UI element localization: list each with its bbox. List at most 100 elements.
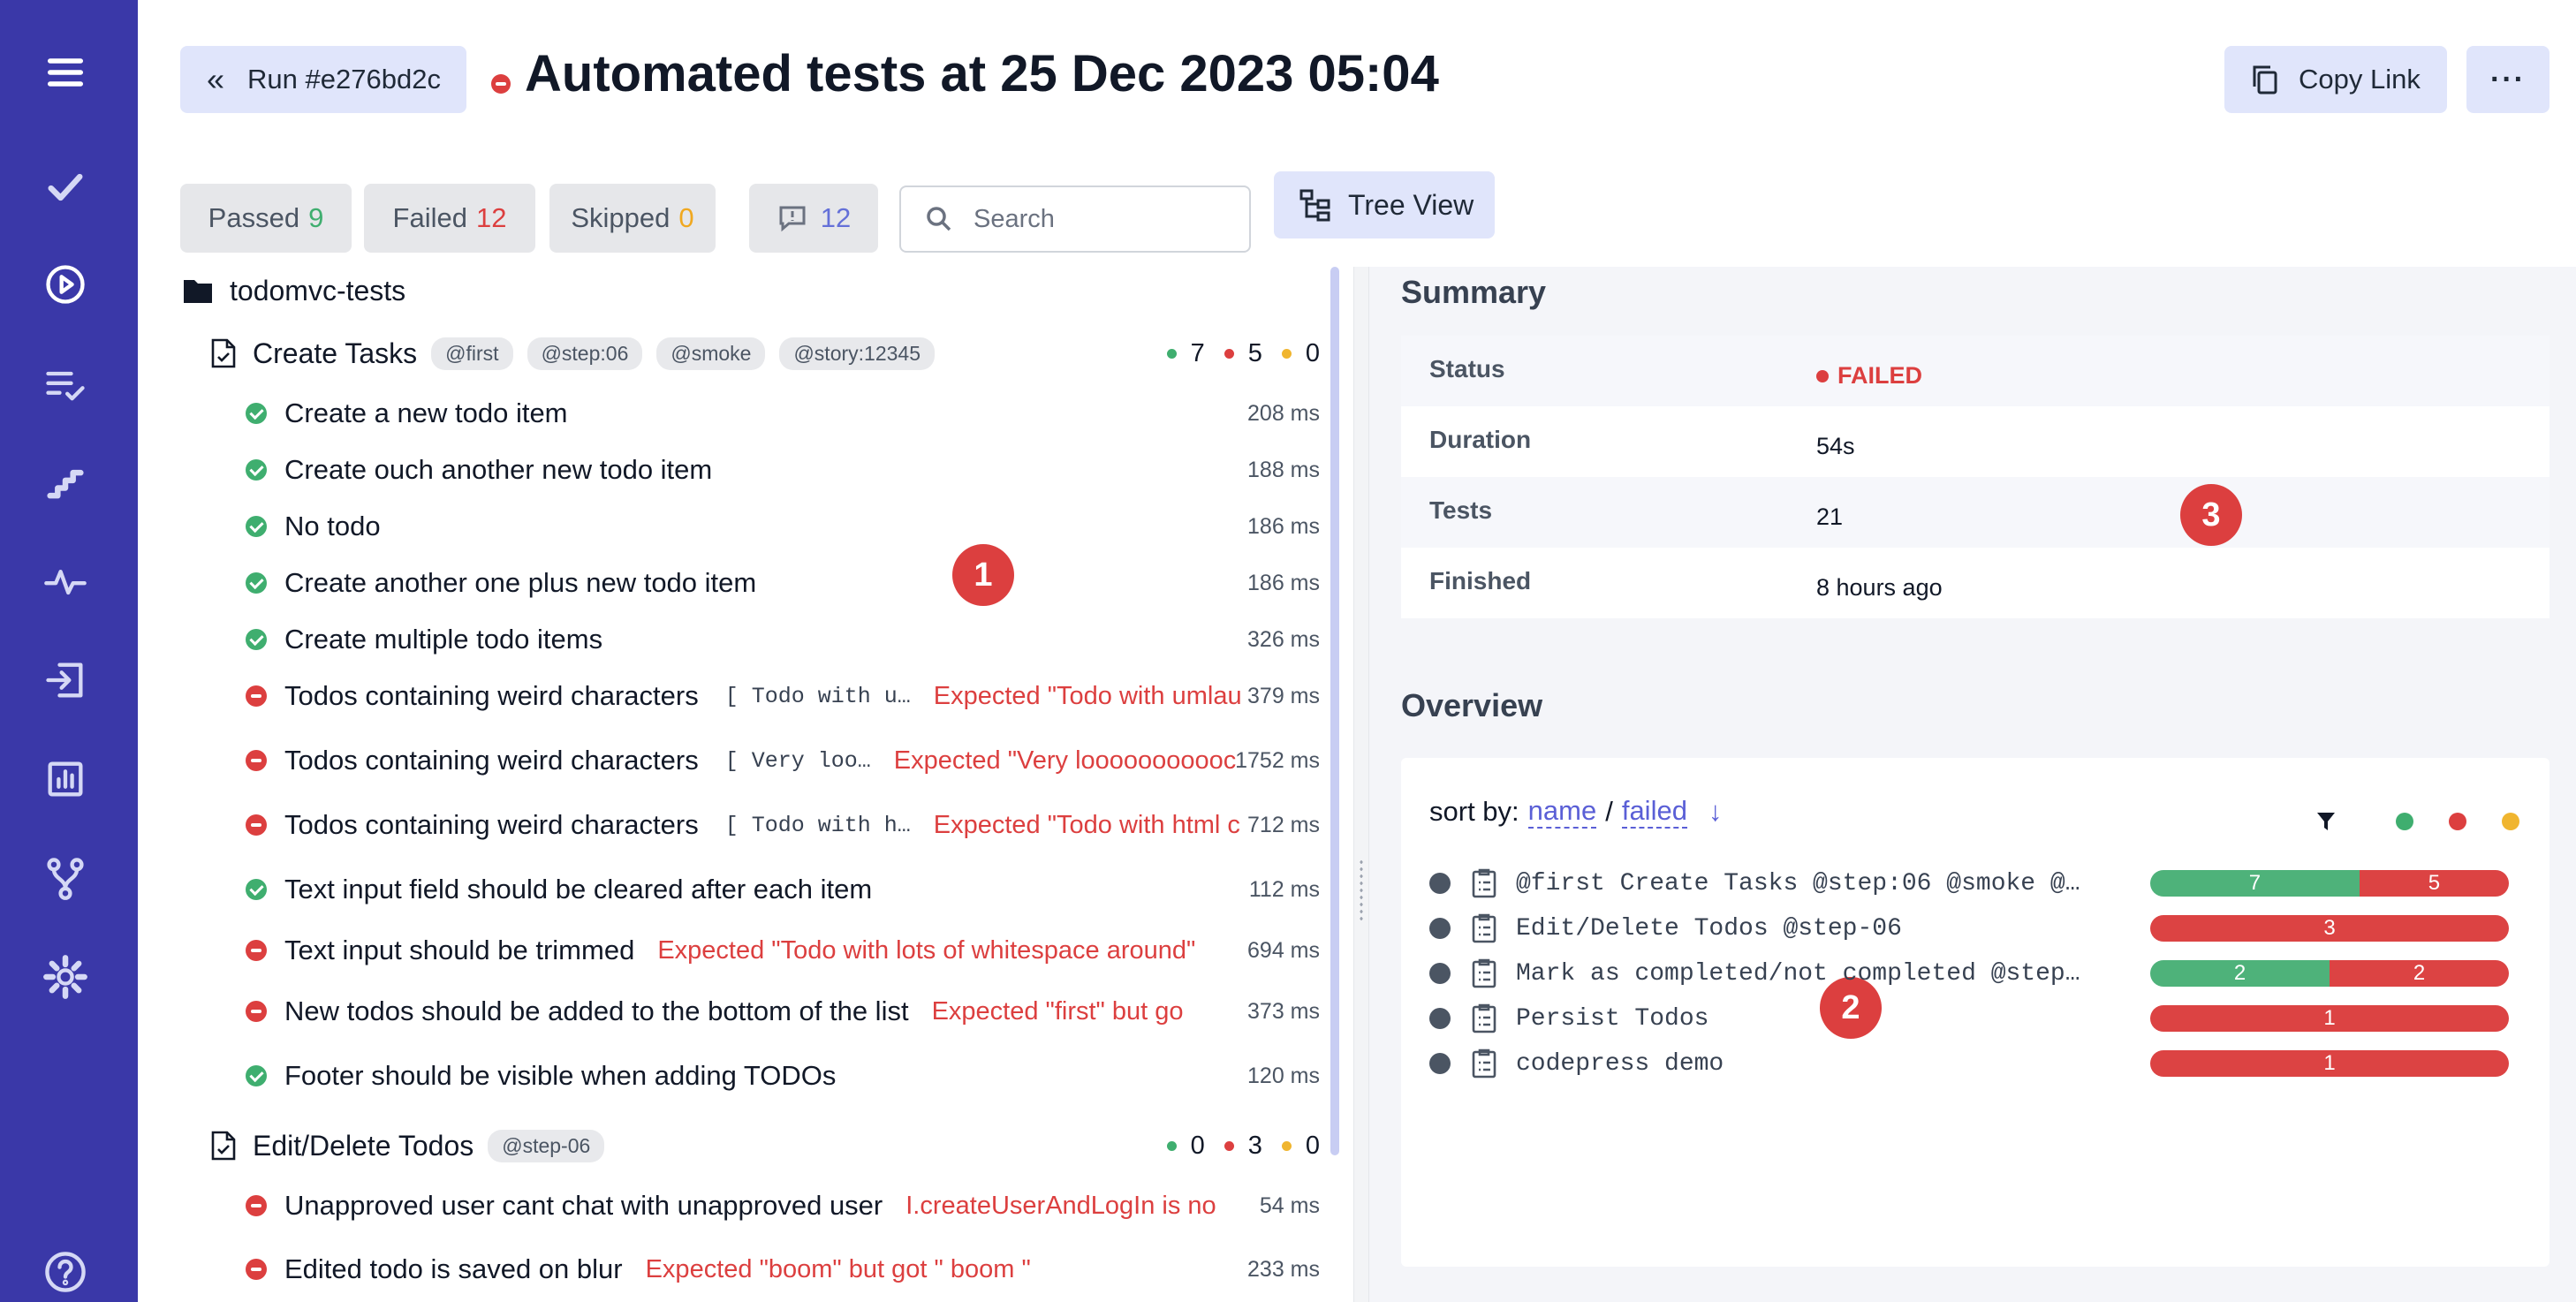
filter-failed-label: Failed xyxy=(392,202,467,233)
test-duration: 120 ms xyxy=(1247,1063,1320,1088)
status-badge: FAILED xyxy=(1816,362,1922,390)
summary-row-status: Status FAILED xyxy=(1401,336,2549,406)
suite-tag[interactable]: @first xyxy=(431,337,513,370)
branches-icon[interactable] xyxy=(37,850,94,906)
overview-suite-row[interactable]: Edit/Delete Todos @step-06 3 xyxy=(1429,911,2525,946)
file-check-icon xyxy=(211,1131,236,1161)
overview-suite-row[interactable]: Mark as completed/not completed @step-06… xyxy=(1429,956,2525,991)
test-row[interactable]: Footer should be visible when adding TOD… xyxy=(180,1049,1330,1102)
help-icon[interactable] xyxy=(37,1244,94,1300)
folder-icon xyxy=(184,280,212,303)
bar-segment-failed: 1 xyxy=(2150,1005,2509,1032)
steps-icon[interactable] xyxy=(37,454,94,511)
test-row[interactable]: Create ouch another new todo item 188 ms xyxy=(180,443,1330,496)
test-row[interactable]: New todos should be added to the bottom … xyxy=(180,985,1330,1038)
filter-passed-button[interactable]: Passed 9 xyxy=(180,184,352,253)
tree-scrollbar[interactable] xyxy=(1330,267,1339,1155)
check-icon[interactable] xyxy=(37,159,94,216)
test-row[interactable]: Todos containing weird characters [ Todo … xyxy=(180,670,1330,723)
pane-resize-handle[interactable] xyxy=(1353,267,1369,1302)
sort-by-name-link[interactable]: name xyxy=(1527,795,1597,829)
passed-check-icon xyxy=(246,1065,267,1086)
callout-badge-1: 1 xyxy=(952,544,1014,606)
root-folder-label: todomvc-tests xyxy=(230,274,406,307)
settings-gear-icon[interactable] xyxy=(37,949,94,1005)
filter-comments-count: 12 xyxy=(820,202,852,233)
test-list-icon[interactable] xyxy=(37,357,94,413)
test-name: No todo xyxy=(284,511,381,541)
passed-check-icon xyxy=(246,629,267,650)
test-row[interactable]: Create another one plus new todo item 186… xyxy=(180,556,1330,609)
failed-minus-icon xyxy=(246,1001,267,1022)
failed-minus-icon xyxy=(246,1259,267,1280)
test-row[interactable]: Create a new todo item 208 ms xyxy=(180,387,1330,440)
sort-direction-icon[interactable]: ↓ xyxy=(1708,796,1723,828)
suite-tag[interactable]: @smoke xyxy=(656,337,766,370)
test-row[interactable]: Text input should be trimmed Expected "To… xyxy=(180,924,1330,977)
filter-comments-button[interactable]: 12 xyxy=(749,184,878,253)
bar-segment-failed: 3 xyxy=(2150,915,2509,942)
analytics-icon[interactable] xyxy=(37,751,94,807)
test-row[interactable]: No todo 186 ms xyxy=(180,500,1330,553)
sort-by-failed-link[interactable]: failed xyxy=(1621,795,1687,829)
copy-link-button[interactable]: Copy Link xyxy=(2224,46,2447,113)
legend-skipped-dot[interactable] xyxy=(2502,813,2519,830)
filter-passed-count: 9 xyxy=(308,202,324,233)
suite-tag[interactable]: @step-06 xyxy=(488,1129,605,1162)
filter-funnel-icon[interactable] xyxy=(2316,811,2336,832)
overview-suite-name: Edit/Delete Todos @step-06 xyxy=(1516,914,1902,942)
test-row[interactable]: Edited todo is saved on blur Expected "bo… xyxy=(180,1243,1330,1296)
overview-suite-row[interactable]: Persist Todos 1 xyxy=(1429,1001,2525,1036)
bar-segment-failed: 1 xyxy=(2150,1050,2509,1077)
test-duration: 208 ms xyxy=(1247,400,1320,426)
grip-icon xyxy=(1359,859,1364,920)
test-name: Text input field should be cleared after… xyxy=(284,874,873,905)
suite-name: Create Tasks xyxy=(253,337,418,369)
filter-skipped-button[interactable]: Skipped 0 xyxy=(549,184,716,253)
filter-failed-button[interactable]: Failed 12 xyxy=(364,184,535,253)
overview-result-bar: 3 xyxy=(2150,915,2509,942)
failed-dot-icon xyxy=(1224,1140,1234,1151)
summary-key: Finished xyxy=(1429,567,1532,594)
suite-tag[interactable]: @story:12345 xyxy=(779,337,935,370)
suite-row[interactable]: Create Tasks @first @step:06 @smoke @story:1… xyxy=(180,329,1330,378)
search-box[interactable] xyxy=(899,185,1251,253)
legend-failed-dot[interactable] xyxy=(2449,813,2466,830)
suite-tag[interactable]: @step:06 xyxy=(527,337,643,370)
test-args: [ Todo with h… xyxy=(724,812,911,838)
menu-icon[interactable] xyxy=(37,44,94,101)
test-row[interactable]: Create multiple todo items 326 ms xyxy=(180,613,1330,666)
back-to-run-button[interactable]: « Run #e276bd2c xyxy=(180,46,466,113)
bar-segment-failed: 2 xyxy=(2330,960,2509,987)
failed-minus-icon xyxy=(246,685,267,707)
suite-bullet-icon xyxy=(1429,1053,1451,1074)
duration-value: 54s xyxy=(1816,433,1855,459)
test-row[interactable]: Text input field should be cleared after… xyxy=(180,863,1330,916)
summary-heading: Summary xyxy=(1401,274,1547,310)
sort-by-label: sort by: xyxy=(1429,796,1519,827)
overview-suite-row[interactable]: @first Create Tasks @step:06 @smoke @sto… xyxy=(1429,866,2525,901)
test-row[interactable]: Todos containing weird characters [ Very … xyxy=(180,734,1330,787)
overview-suite-name: codepress demo xyxy=(1516,1049,1724,1078)
play-circle-icon[interactable] xyxy=(37,256,94,313)
suite-file-icon xyxy=(1472,958,1496,988)
suite-failed-count: 5 xyxy=(1247,338,1262,367)
legend-passed-dot[interactable] xyxy=(2396,813,2413,830)
suite-stats: 7 5 0 xyxy=(1148,339,1320,368)
test-duration: 1752 ms xyxy=(1235,747,1320,773)
import-icon[interactable] xyxy=(37,652,94,708)
pulse-icon[interactable] xyxy=(37,553,94,609)
status-value: FAILED xyxy=(1837,362,1923,389)
more-options-button[interactable]: ··· xyxy=(2466,46,2549,113)
passed-check-icon xyxy=(246,516,267,537)
suite-passed-count: 0 xyxy=(1190,1131,1205,1160)
overview-suite-row[interactable]: codepress demo 1 xyxy=(1429,1046,2525,1081)
suite-row[interactable]: Edit/Delete Todos @step-06 0 3 0 xyxy=(180,1121,1330,1170)
test-row[interactable]: Unapproved user cant chat with unapprove… xyxy=(180,1179,1330,1232)
tree-view-button[interactable]: Tree View xyxy=(1274,171,1495,238)
double-chevron-left-icon: « xyxy=(207,61,225,97)
tree-root-folder[interactable]: todomvc-tests xyxy=(180,267,1330,314)
search-input[interactable] xyxy=(974,204,1239,234)
suite-bullet-icon xyxy=(1429,963,1451,984)
test-row[interactable]: Todos containing weird characters [ Todo … xyxy=(180,799,1330,852)
